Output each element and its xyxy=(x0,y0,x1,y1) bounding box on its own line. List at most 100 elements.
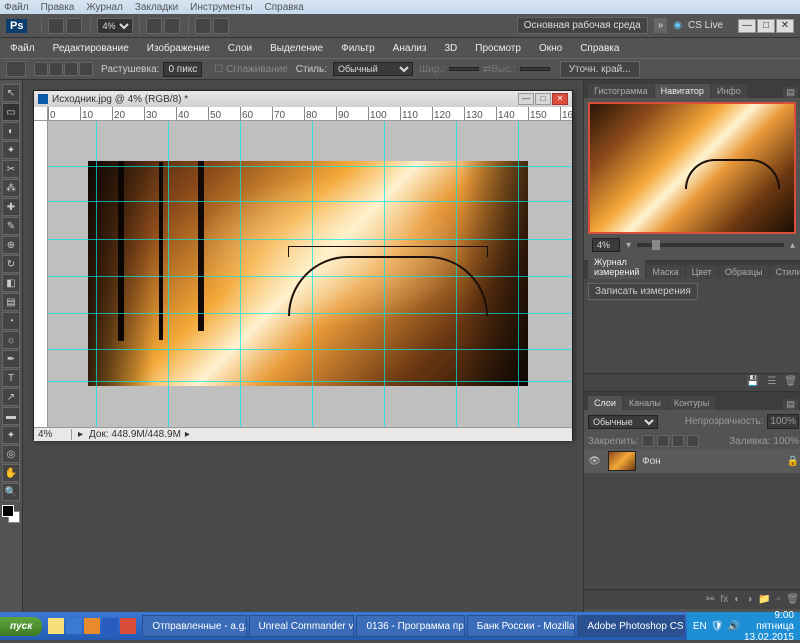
taskbar-item[interactable]: Unreal Commander v... xyxy=(249,615,355,637)
tb-m5[interactable]: Справка xyxy=(265,2,304,13)
tab-color[interactable]: Цвет xyxy=(686,265,718,279)
path-tool[interactable]: ↗ xyxy=(2,388,20,406)
workspace-more-icon[interactable]: » xyxy=(654,18,668,33)
zoom-icon[interactable] xyxy=(164,18,180,34)
group-icon[interactable]: 📁 xyxy=(758,594,770,605)
opacity-input[interactable]: 100% xyxy=(767,414,799,429)
tb-m3[interactable]: Закладки xyxy=(135,2,178,13)
ruler-horizontal[interactable]: 0102030405060708090100110120130140150160 xyxy=(48,107,572,121)
tab-measure-log[interactable]: Журнал измерений xyxy=(588,255,645,279)
tab-layers[interactable]: Слои xyxy=(588,396,622,410)
zoom-in-icon[interactable]: ▴ xyxy=(790,240,795,251)
menu-edit[interactable]: Редактирование xyxy=(49,41,133,56)
menu-analysis[interactable]: Анализ xyxy=(389,41,431,56)
tab-mask[interactable]: Маска xyxy=(646,265,684,279)
feather-input[interactable]: 0 пикс xyxy=(163,62,202,77)
taskbar-item[interactable]: Adobe Photoshop CS... xyxy=(577,615,684,637)
type-tool[interactable]: T xyxy=(2,369,20,387)
close-button[interactable]: ✕ xyxy=(776,19,794,33)
minimize-button[interactable]: — xyxy=(738,19,756,33)
doc-maximize-button[interactable]: □ xyxy=(535,93,551,105)
taskbar-item[interactable]: Банк России - Mozilla... xyxy=(467,615,576,637)
link-icon[interactable]: ⚯ xyxy=(706,594,714,605)
canvas[interactable] xyxy=(48,121,572,427)
menu-window[interactable]: Окно xyxy=(535,41,566,56)
tab-swatches[interactable]: Образцы xyxy=(719,265,769,279)
3d-cam-tool[interactable]: ◎ xyxy=(2,445,20,463)
bridge-icon[interactable] xyxy=(48,18,64,34)
lock-trans-icon[interactable] xyxy=(642,435,654,447)
3d-tool[interactable]: ✦ xyxy=(2,426,20,444)
eraser-tool[interactable]: ◧ xyxy=(2,274,20,292)
ruler-vertical[interactable] xyxy=(34,121,48,427)
cslive-button[interactable]: CS Live xyxy=(688,20,723,31)
gradient-tool[interactable]: ▤ xyxy=(2,293,20,311)
nav-zoom-slider[interactable] xyxy=(637,243,784,247)
lasso-tool[interactable]: ◐ xyxy=(2,122,20,140)
lock-paint-icon[interactable] xyxy=(657,435,669,447)
color-swatches[interactable] xyxy=(2,505,20,523)
tb-m1[interactable]: Правка xyxy=(41,2,75,13)
lock-all-icon[interactable] xyxy=(687,435,699,447)
zoom-tool[interactable]: 🔍 xyxy=(2,483,20,501)
stamp-tool[interactable]: ⊕ xyxy=(2,236,20,254)
layer-name[interactable]: Фон xyxy=(642,456,661,467)
navigator-preview[interactable] xyxy=(588,102,796,234)
taskbar-item[interactable]: Отправленные - a.g... xyxy=(142,615,246,637)
pen-tool[interactable]: ✒ xyxy=(2,350,20,368)
ql-notepad-icon[interactable] xyxy=(48,618,64,634)
zoom-value[interactable]: 4% xyxy=(38,429,72,440)
history-brush-tool[interactable]: ↻ xyxy=(2,255,20,273)
marquee-sub-icon[interactable] xyxy=(64,62,78,76)
zoom-select[interactable]: 4% xyxy=(97,18,133,34)
minibridge-icon[interactable] xyxy=(66,18,82,34)
blend-mode-select[interactable]: Обычные xyxy=(588,415,658,429)
move-tool[interactable]: ↖ xyxy=(2,84,20,102)
layer-row[interactable]: 👁 Фон 🔒 xyxy=(584,449,800,473)
arrange-icon[interactable] xyxy=(195,18,211,34)
lock-pos-icon[interactable] xyxy=(672,435,684,447)
marquee-int-icon[interactable] xyxy=(79,62,93,76)
doc-close-button[interactable]: ✕ xyxy=(552,93,568,105)
taskbar-item[interactable]: 0136 - Программа пр... xyxy=(356,615,464,637)
layer-thumb[interactable] xyxy=(608,451,636,471)
doc-minimize-button[interactable]: — xyxy=(518,93,534,105)
log-delete-icon[interactable]: 🗑 xyxy=(784,376,797,389)
new-layer-icon[interactable]: ▫ xyxy=(777,594,781,605)
ql-ie-icon[interactable] xyxy=(66,618,82,634)
menu-3d[interactable]: 3D xyxy=(440,41,461,56)
tab-paths[interactable]: Контуры xyxy=(668,396,715,410)
tray-icon[interactable]: 🛡 xyxy=(711,621,724,632)
panel-menu-icon[interactable]: ▤ xyxy=(783,399,798,410)
marquee-new-icon[interactable] xyxy=(34,62,48,76)
marquee-tool[interactable]: ▭ xyxy=(2,103,20,121)
visibility-icon[interactable]: 👁 xyxy=(588,456,602,467)
hand-icon[interactable] xyxy=(146,18,162,34)
blur-tool[interactable]: ◔ xyxy=(2,312,20,330)
eyedropper-tool[interactable]: ⁂ xyxy=(2,179,20,197)
nav-zoom-input[interactable]: 4% xyxy=(592,238,620,252)
panel-menu-icon[interactable]: ▤ xyxy=(783,87,798,98)
trash-icon[interactable]: 🗑 xyxy=(786,594,799,605)
menu-filter[interactable]: Фильтр xyxy=(337,41,379,56)
ql-firefox-icon[interactable] xyxy=(84,618,100,634)
lang-indicator[interactable]: EN xyxy=(693,621,707,632)
tab-info[interactable]: Инфо xyxy=(711,84,747,98)
menu-help[interactable]: Справка xyxy=(576,41,623,56)
style-select[interactable]: Обычный xyxy=(333,62,413,76)
dodge-tool[interactable]: ☼ xyxy=(2,331,20,349)
zoom-out-icon[interactable]: ▾ xyxy=(626,240,631,251)
ql-word-icon[interactable] xyxy=(102,618,118,634)
wand-tool[interactable]: ✦ xyxy=(2,141,20,159)
tb-m0[interactable]: Файл xyxy=(4,2,29,13)
tab-styles[interactable]: Стили xyxy=(770,265,800,279)
maximize-button[interactable]: □ xyxy=(757,19,775,33)
tab-navigator[interactable]: Навигатор xyxy=(655,84,710,98)
tab-channels[interactable]: Каналы xyxy=(623,396,667,410)
fill-input[interactable]: 100% xyxy=(773,436,799,447)
menu-file[interactable]: Файл xyxy=(6,41,39,56)
shape-tool[interactable]: ▬ xyxy=(2,407,20,425)
ql-app-icon[interactable] xyxy=(120,618,136,634)
menu-layer[interactable]: Слои xyxy=(224,41,256,56)
hand-tool[interactable]: ✋ xyxy=(2,464,20,482)
